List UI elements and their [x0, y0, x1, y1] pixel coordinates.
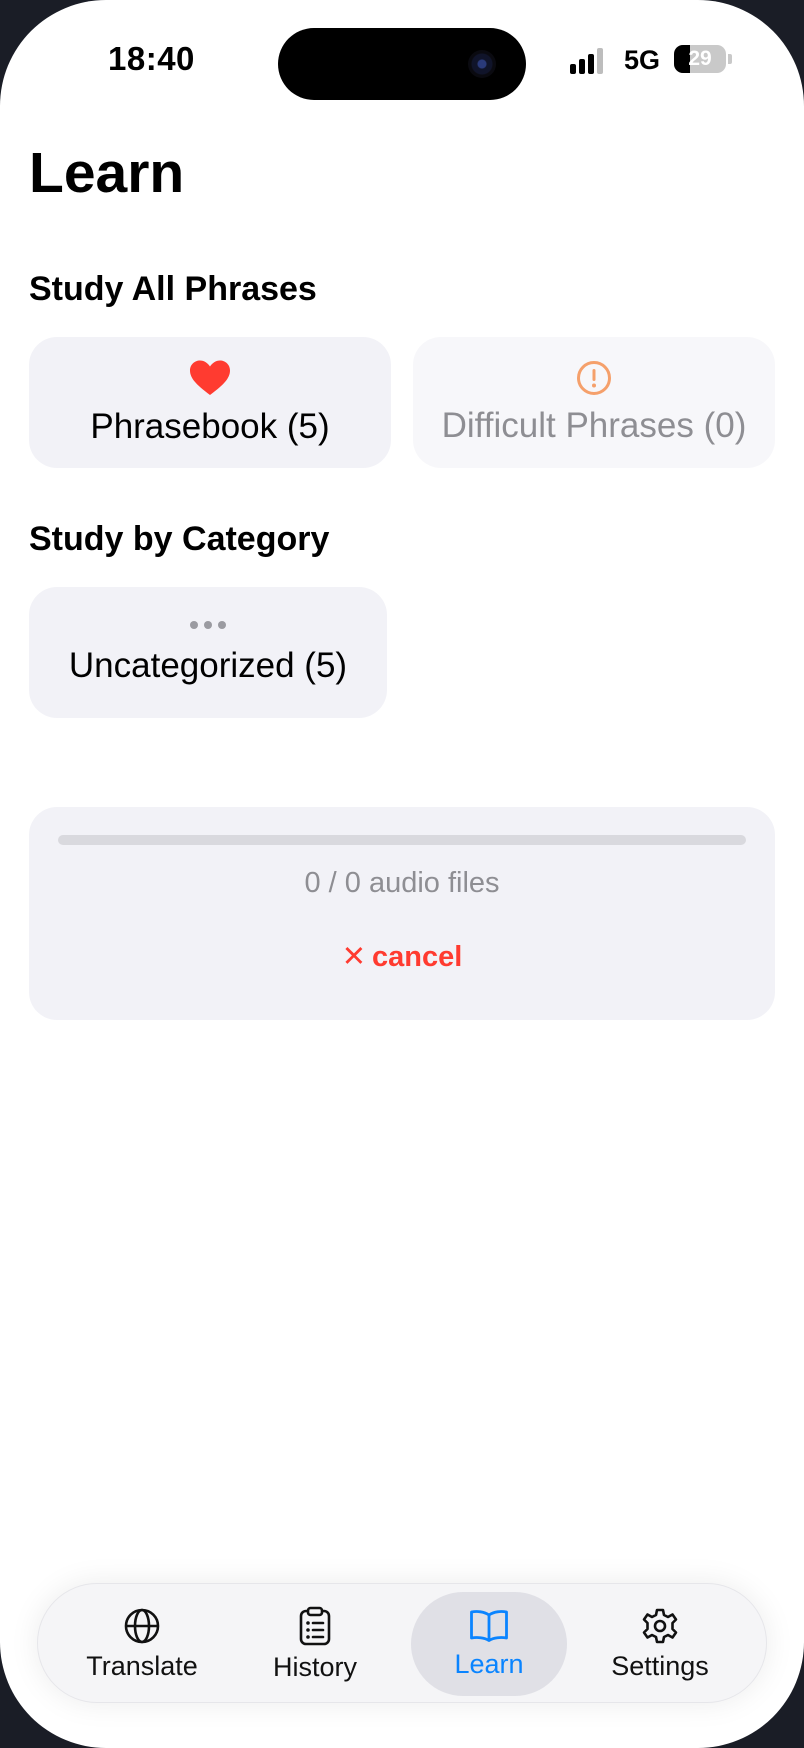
tab-label: History: [272, 1651, 357, 1682]
book-icon: [470, 1609, 508, 1642]
tab-bar: Translate History Learn Settings: [37, 1583, 767, 1703]
phrasebook-card[interactable]: Phrasebook (5): [29, 337, 391, 468]
ellipsis-icon: [190, 620, 226, 629]
screen: 18:40 5G 29 Learn Study All Phrases Phra…: [0, 0, 804, 1748]
category-card-uncategorized[interactable]: Uncategorized (5): [29, 587, 387, 718]
tab-history[interactable]: History: [235, 1584, 395, 1704]
dynamic-island: [278, 28, 526, 100]
status-time: 18:40: [108, 40, 195, 77]
heart-icon: [190, 360, 230, 395]
tab-learn[interactable]: Learn: [411, 1592, 567, 1696]
tab-settings[interactable]: Settings: [580, 1584, 740, 1704]
camera-icon: [468, 50, 496, 78]
cellular-signal-icon: [570, 48, 603, 74]
download-status-text: 0 / 0 audio files: [304, 867, 500, 899]
download-progress-bar: [58, 835, 746, 845]
tab-label: Learn: [454, 1648, 524, 1679]
difficult-phrases-card[interactable]: Difficult Phrases (0): [413, 337, 775, 468]
phrasebook-label: Phrasebook (5): [90, 406, 330, 446]
gear-icon: [642, 1608, 678, 1643]
cancel-download-button[interactable]: ✕ cancel: [29, 939, 775, 974]
battery-level: 29: [688, 47, 712, 70]
audio-download-panel: 0 / 0 audio files ✕ cancel: [29, 807, 775, 1020]
difficult-phrases-label: Difficult Phrases (0): [441, 405, 747, 445]
exclamation-circle-icon: [577, 360, 611, 395]
tab-label: Translate: [86, 1650, 198, 1681]
tab-label: Settings: [611, 1650, 709, 1681]
network-type: 5G: [624, 45, 661, 75]
battery-tip: [728, 54, 732, 64]
section-title-study-category: Study by Category: [29, 520, 330, 558]
category-label: Uncategorized (5): [68, 645, 348, 685]
close-icon: ✕: [341, 941, 366, 973]
globe-icon: [124, 1608, 160, 1643]
clipboard-icon: [299, 1606, 331, 1645]
device-frame: 18:40 5G 29 Learn Study All Phrases Phra…: [0, 0, 804, 1748]
battery-icon: 29: [674, 45, 726, 73]
page-title: Learn: [29, 141, 185, 205]
tab-translate[interactable]: Translate: [62, 1584, 222, 1704]
section-title-study-all: Study All Phrases: [29, 270, 317, 308]
cancel-label: cancel: [372, 941, 463, 973]
